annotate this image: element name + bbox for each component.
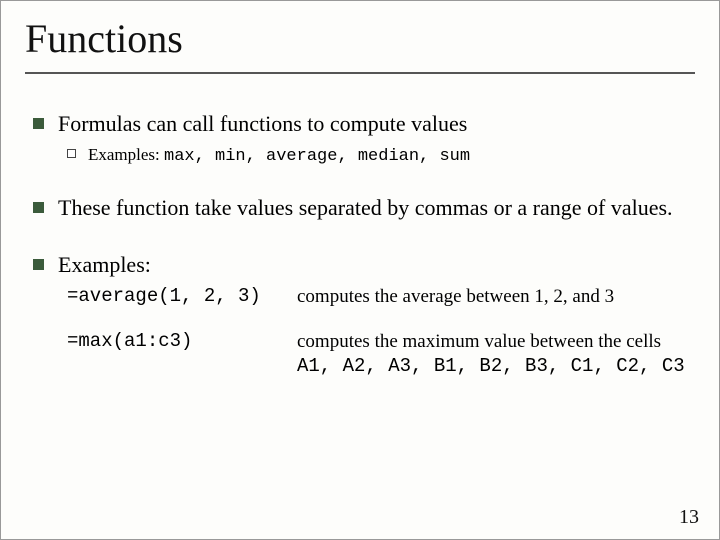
example-description: computes the average between 1, 2, and 3 [297,285,687,309]
square-bullet-icon [33,202,44,213]
examples-table: =average(1, 2, 3) computes the average b… [67,285,687,379]
example-row-2: =max(a1:c3) computes the maximum value b… [67,330,687,379]
bullet-text: Formulas can call functions to compute v… [58,110,687,138]
slide-content: Formulas can call functions to compute v… [25,110,695,379]
sub-bullet-prefix: Examples: [88,145,164,164]
slide-title: Functions [25,11,695,70]
bullet-text: These function take values separated by … [58,194,687,222]
square-bullet-icon [33,259,44,270]
bullet-item-2: These function take values separated by … [33,194,687,222]
sub-bullet-item-1: Examples: max, min, average, median, sum [67,144,687,168]
hollow-square-bullet-icon [67,149,76,158]
example-formula: =average(1, 2, 3) [67,285,297,309]
bullet-item-3: Examples: [33,251,687,279]
sub-bullet-text: Examples: max, min, average, median, sum [88,144,687,168]
spacer [33,227,687,251]
example-desc-cells: A1, A2, A3, B1, B2, B3, C1, C2, C3 [297,355,685,377]
example-formula: =max(a1:c3) [67,330,297,379]
slide: Functions Formulas can call functions to… [0,0,720,540]
page-number: 13 [679,506,699,529]
example-row-1: =average(1, 2, 3) computes the average b… [67,285,687,309]
square-bullet-icon [33,118,44,129]
bullet-text: Examples: [58,251,687,279]
sub-bullet-mono: max, min, average, median, sum [164,147,470,166]
example-description: computes the maximum value between the c… [297,330,687,379]
bullet-item-1: Formulas can call functions to compute v… [33,110,687,138]
title-underline [25,72,695,74]
example-desc-prefix: computes the maximum value between the c… [297,331,661,352]
